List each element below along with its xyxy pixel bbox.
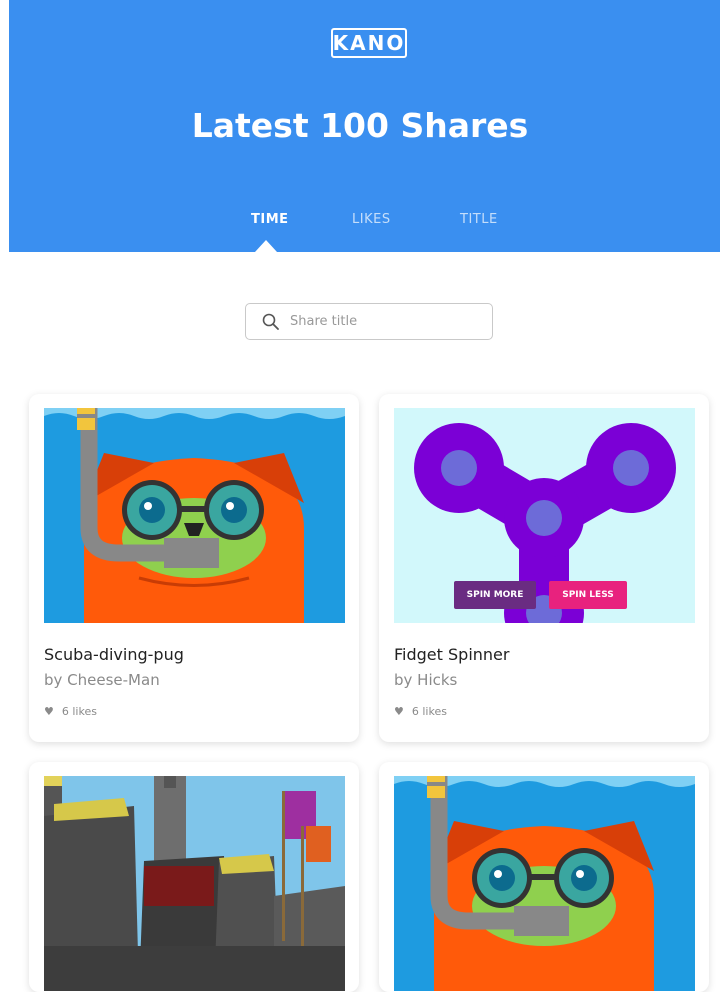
kano-logo[interactable]: KANO [331, 28, 407, 58]
tab-title[interactable]: TITLE [460, 212, 498, 227]
search-input[interactable] [288, 313, 472, 330]
share-likes: ♥ 6 likes [44, 705, 97, 718]
share-title[interactable]: Scuba-diving-pug [44, 645, 184, 664]
share-author[interactable]: by Hicks [394, 671, 457, 689]
share-card[interactable]: Scuba-diving-pug by Cheese-Man ♥ 6 likes [29, 394, 359, 742]
share-thumbnail-castle[interactable] [44, 776, 345, 991]
tab-time[interactable]: TIME [251, 212, 289, 227]
share-card[interactable] [379, 762, 709, 992]
spin-more-button[interactable]: SPIN MORE [454, 581, 536, 609]
share-title[interactable]: Fidget Spinner [394, 645, 509, 664]
sort-tabs: TIME LIKES TITLE [0, 212, 720, 232]
share-card[interactable] [29, 762, 359, 992]
share-card[interactable]: SPIN MORE SPIN LESS Fidget Spinner by Hi… [379, 394, 709, 742]
share-likes: ♥ 6 likes [394, 705, 447, 718]
likes-count: 6 likes [411, 705, 447, 718]
tab-likes[interactable]: LIKES [352, 212, 391, 227]
active-tab-indicator [255, 240, 277, 252]
page-title: Latest 100 Shares [191, 106, 529, 145]
search-icon [262, 313, 279, 330]
spin-less-button[interactable]: SPIN LESS [549, 581, 627, 609]
share-thumbnail-fidget-spinner[interactable]: SPIN MORE SPIN LESS [394, 408, 695, 623]
share-author[interactable]: by Cheese-Man [44, 671, 160, 689]
likes-count: 6 likes [61, 705, 97, 718]
share-thumbnail-scuba-pug[interactable] [394, 776, 695, 991]
share-thumbnail-scuba-pug[interactable] [44, 408, 345, 623]
heart-icon: ♥ [394, 705, 404, 718]
heart-icon: ♥ [44, 705, 54, 718]
search-box[interactable] [245, 303, 493, 340]
